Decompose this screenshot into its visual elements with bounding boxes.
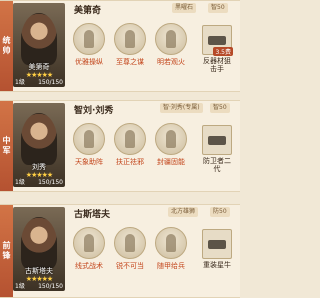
- hero-card-3[interactable]: 前锋 古斯塔夫 ★★★★★ 1级 150/150 古斯塔夫 北方雄狮 防50 线…: [0, 204, 240, 298]
- portrait-image: [21, 13, 57, 65]
- skill-name: 至尊之谋: [116, 58, 144, 66]
- skill-icon: [73, 23, 105, 55]
- position-label: 前锋: [0, 205, 13, 297]
- unit-icon: [202, 229, 232, 259]
- skill-name: 天象助阵: [75, 158, 103, 166]
- troop-count: 150/150: [38, 283, 63, 290]
- skill-icon: [73, 227, 105, 259]
- hero-card-1[interactable]: 统帅 美第奇 ★★★★★ 1级 150/150 美第奇 黑曜石 智50 优雅操纵…: [0, 0, 240, 92]
- hero-name: 智刘·刘秀: [74, 106, 114, 116]
- skill-name: 扶正祛邪: [116, 158, 144, 166]
- hero-name: 古斯塔夫: [74, 210, 111, 220]
- stat-tag: 智50: [210, 103, 230, 113]
- hero-tag: 黑曜石: [172, 3, 197, 13]
- skill-slot-3[interactable]: 明若观火: [154, 23, 188, 67]
- skill-name: 线式战术: [75, 262, 103, 270]
- troop-count: 150/150: [38, 79, 63, 86]
- skill-icon: [114, 123, 146, 155]
- hero-name: 美第奇: [74, 6, 102, 16]
- unit-slot[interactable]: 重装星牛: [200, 229, 234, 269]
- unit-name: 防卫者二代: [203, 157, 231, 173]
- unit-name: 重装星牛: [203, 261, 231, 269]
- skill-icon: [155, 123, 187, 155]
- skill-name: 明若观火: [157, 58, 185, 66]
- skill-icon: [73, 123, 105, 155]
- hero-tag: 智·刘秀(专属): [160, 103, 203, 113]
- skill-name: 随甲给兵: [157, 262, 185, 270]
- skill-slot-2[interactable]: 至尊之谋: [113, 23, 147, 67]
- skill-slot-1[interactable]: 天象助阵: [72, 123, 106, 167]
- hero-tag: 北方雄狮: [168, 207, 199, 217]
- hero-level: 1级: [15, 283, 25, 290]
- portrait-image: [21, 217, 57, 269]
- skill-slot-1[interactable]: 优雅操纵: [72, 23, 106, 67]
- unit-icon: 3.5费: [202, 25, 233, 56]
- hero-portrait[interactable]: 美第奇 ★★★★★ 1级 150/150: [13, 3, 65, 87]
- skill-icon: [155, 227, 187, 259]
- skill-icon: [155, 23, 187, 55]
- unit-icon: [202, 125, 232, 155]
- skill-icon: [114, 227, 146, 259]
- skill-icon: [114, 23, 146, 55]
- unit-slot[interactable]: 3.5费 反器材狙击手: [200, 25, 234, 73]
- skill-name: 锐不可当: [116, 262, 144, 270]
- hero-level: 1级: [15, 79, 25, 86]
- unit-slot[interactable]: 防卫者二代: [200, 125, 234, 173]
- stat-tag: 防50: [210, 207, 230, 217]
- hero-level: 1级: [15, 179, 25, 186]
- stat-tag: 智50: [208, 3, 228, 13]
- hero-card-2[interactable]: 中军 刘秀 ★★★★★ 1级 150/150 智刘·刘秀 智·刘秀(专属) 智5…: [0, 100, 240, 192]
- hero-portrait[interactable]: 古斯塔夫 ★★★★★ 1级 150/150: [13, 207, 65, 291]
- skill-slot-2[interactable]: 扶正祛邪: [113, 123, 147, 167]
- position-label: 统帅: [0, 1, 13, 91]
- skill-name: 封疆固能: [157, 158, 185, 166]
- cost-badge: 3.5费: [213, 47, 233, 56]
- skill-slot-1[interactable]: 线式战术: [72, 227, 106, 271]
- position-label: 中军: [0, 101, 13, 191]
- skill-name: 优雅操纵: [75, 58, 103, 66]
- skill-slot-3[interactable]: 封疆固能: [154, 123, 188, 167]
- unit-name: 反器材狙击手: [203, 57, 231, 73]
- portrait-image: [21, 113, 57, 165]
- hero-portrait[interactable]: 刘秀 ★★★★★ 1级 150/150: [13, 103, 65, 187]
- skill-slot-2[interactable]: 锐不可当: [113, 227, 147, 271]
- skill-slot-3[interactable]: 随甲给兵: [154, 227, 188, 271]
- troop-count: 150/150: [38, 179, 63, 186]
